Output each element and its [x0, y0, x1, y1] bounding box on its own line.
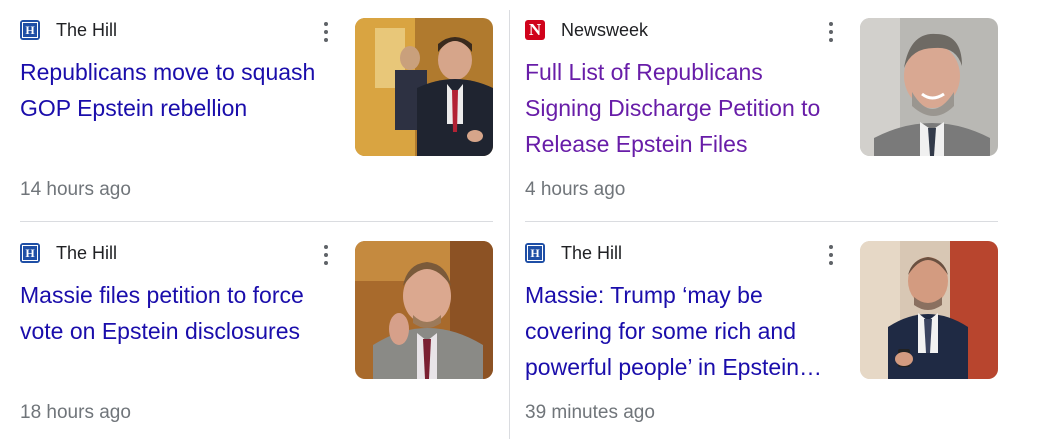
news-headline-link[interactable]: Massie files petition to force vote on E… [20, 277, 340, 349]
news-source: H The Hill [525, 242, 622, 264]
news-source: H The Hill [20, 242, 117, 264]
more-vert-icon[interactable] [318, 20, 334, 44]
source-name: The Hill [561, 242, 623, 263]
news-thumbnail[interactable] [355, 18, 493, 156]
news-column-right: N Newsweek Full List of Republicans Sign… [525, 0, 1000, 439]
card-divider [20, 221, 493, 222]
news-thumbnail[interactable] [860, 18, 998, 156]
more-vert-icon[interactable] [318, 243, 334, 267]
source-name: Newsweek [561, 19, 649, 40]
news-card[interactable]: H The Hill Republicans move to squash GO… [20, 0, 495, 210]
the-hill-logo-icon: H [525, 243, 545, 263]
news-column-left: H The Hill Republicans move to squash GO… [20, 0, 495, 439]
source-name: The Hill [56, 19, 118, 40]
publish-time: 39 minutes ago [525, 402, 655, 423]
news-thumbnail[interactable] [355, 241, 493, 379]
card-divider [525, 221, 998, 222]
more-vert-icon[interactable] [823, 20, 839, 44]
the-hill-logo-icon: H [20, 20, 40, 40]
news-headline-link[interactable]: Full List of Republicans Signing Dischar… [525, 54, 845, 162]
publish-time: 18 hours ago [20, 402, 131, 423]
news-source: N Newsweek [525, 19, 648, 41]
news-headline-link[interactable]: Republicans move to squash GOP Epstein r… [20, 54, 340, 126]
news-headline-link[interactable]: Massie: Trump ‘may be covering for some … [525, 277, 845, 385]
newsweek-logo-icon: N [525, 20, 545, 40]
column-divider [509, 10, 510, 439]
publish-time: 4 hours ago [525, 179, 626, 200]
news-card[interactable]: H The Hill Massie files petition to forc… [20, 223, 495, 433]
more-vert-icon[interactable] [823, 243, 839, 267]
news-card[interactable]: N Newsweek Full List of Republicans Sign… [525, 0, 1000, 210]
news-card[interactable]: H The Hill Massie: Trump ‘may be coverin… [525, 223, 1000, 433]
the-hill-logo-icon: H [20, 243, 40, 263]
news-source: H The Hill [20, 19, 117, 41]
source-name: The Hill [56, 242, 118, 263]
publish-time: 14 hours ago [20, 179, 131, 200]
news-thumbnail[interactable] [860, 241, 998, 379]
